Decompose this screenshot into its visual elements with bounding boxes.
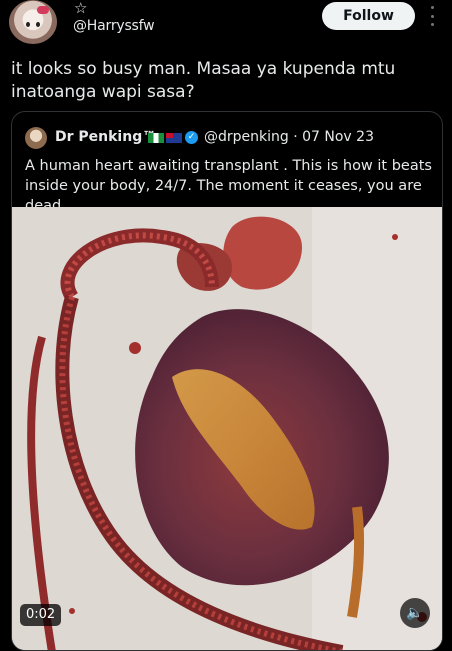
video-player[interactable]: 0:02 🔈 [12,207,442,650]
quote-author-name[interactable]: Dr Penking™ [55,129,156,145]
user-handle[interactable]: @Harryssfw [73,18,155,34]
tweet-text: it looks so busy man. Masaa ya kupenda m… [11,59,396,102]
star-icon: ☆ [74,0,88,17]
speaker-icon: 🔈 [406,605,424,621]
australia-flag-icon [166,133,182,143]
more-options-icon[interactable] [428,6,436,26]
quoted-tweet[interactable]: Dr Penking™ ✓ @drpenking · 07 Nov 23 A h… [11,111,443,651]
verified-badge-icon: ✓ [185,131,198,144]
follow-button[interactable]: Follow [322,2,415,30]
mute-button[interactable]: 🔈 [400,598,430,628]
video-time-badge: 0:02 [20,604,62,626]
heart-video-frame [12,207,442,650]
bow-icon [37,6,49,14]
eye-icon [36,22,40,27]
nigeria-flag-icon [148,133,164,143]
quote-avatar[interactable] [25,127,47,149]
avatar[interactable] [9,0,57,44]
eye-icon [26,22,30,27]
quote-handle-date: @drpenking · 07 Nov 23 [204,129,374,145]
